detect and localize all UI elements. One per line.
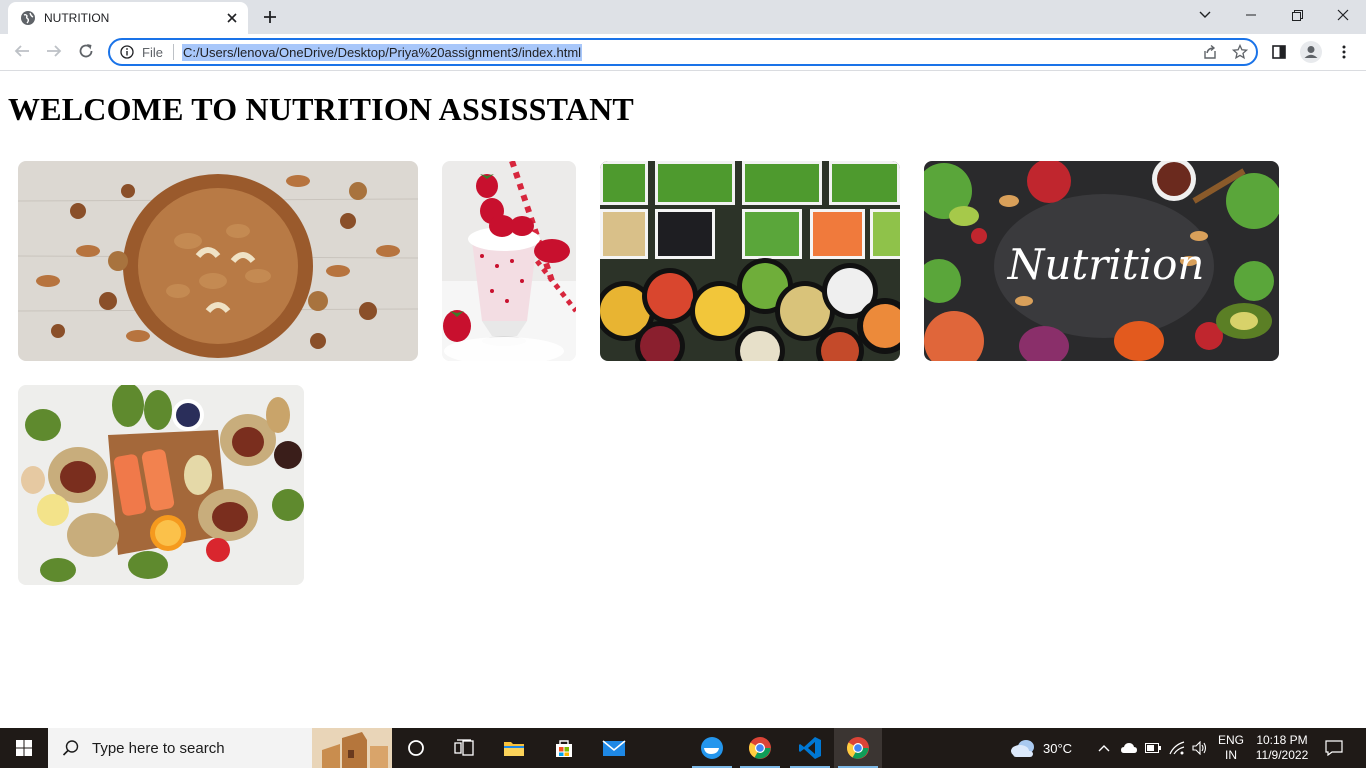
cloud-icon (1121, 743, 1137, 753)
side-panel-icon (1272, 45, 1286, 59)
salad-bar-image (600, 161, 900, 361)
minimize-icon (1246, 14, 1256, 16)
file-explorer-button[interactable] (490, 728, 538, 768)
start-button[interactable] (0, 728, 48, 768)
weather-widget[interactable]: 30°C (1010, 728, 1078, 768)
vscode-icon (799, 737, 821, 759)
browser-toolbar: File C:/Users/lenova/OneDrive/Desktop/Pr… (0, 34, 1366, 71)
kebab-menu-icon (1342, 45, 1346, 59)
wifi-icon (1169, 741, 1185, 755)
reload-icon (79, 44, 93, 58)
vscode-button[interactable] (786, 728, 834, 768)
chrome-icon (847, 737, 869, 759)
windows-logo-icon (16, 740, 32, 756)
strawberry-milkshake-image (442, 161, 576, 361)
close-window-button[interactable] (1320, 0, 1366, 30)
reload-button[interactable] (72, 37, 100, 65)
show-hidden-icons-button[interactable] (1092, 728, 1116, 768)
taskbar-search-box[interactable]: Type here to search (48, 728, 392, 768)
clock-date: 11/9/2022 (1255, 748, 1309, 762)
task-view-button[interactable] (440, 728, 488, 768)
info-icon[interactable] (120, 45, 134, 59)
chevron-up-icon (1098, 745, 1110, 752)
store-icon (556, 740, 572, 757)
search-icon (62, 740, 79, 756)
plus-icon (264, 11, 276, 23)
mail-icon (602, 740, 626, 756)
nutrition-board-image: Nutrition (924, 161, 1279, 361)
share-icon[interactable] (1202, 44, 1218, 60)
task-view-icon (454, 739, 474, 756)
weather-temperature: 30°C (1043, 740, 1073, 756)
arrow-right-icon (47, 45, 62, 57)
chevron-down-icon (1199, 11, 1211, 18)
close-icon (1337, 9, 1349, 21)
restore-button[interactable] (1274, 0, 1320, 30)
page-content: WELCOME TO NUTRITION ASSISSTANT Nutritio… (0, 71, 1366, 728)
restore-icon (1291, 9, 1303, 21)
star-icon[interactable] (1232, 44, 1248, 60)
tab-title: NUTRITION (44, 11, 110, 25)
back-button[interactable] (8, 37, 36, 65)
folder-icon (504, 742, 524, 756)
address-url[interactable]: C:/Users/lenova/OneDrive/Desktop/Priya%2… (181, 43, 583, 61)
forward-button[interactable] (40, 37, 68, 65)
chrome-icon (749, 737, 771, 759)
notification-icon (1325, 740, 1343, 756)
address-bar[interactable]: File C:/Users/lenova/OneDrive/Desktop/Pr… (108, 38, 1258, 66)
address-divider (172, 44, 174, 60)
profile-button[interactable] (1298, 39, 1324, 65)
docker-button[interactable] (688, 728, 736, 768)
globe-icon (21, 11, 35, 25)
address-scheme: File (142, 44, 163, 60)
page-title: WELCOME TO NUTRITION ASSISSTANT (8, 91, 634, 127)
chrome-active-taskbar-button[interactable] (834, 728, 882, 768)
speaker-icon (1192, 741, 1207, 755)
language-code: ENG (1217, 733, 1244, 747)
search-highlight-icon (312, 728, 392, 768)
minimize-button[interactable] (1228, 0, 1274, 30)
notifications-button[interactable] (1318, 728, 1350, 768)
volume-button[interactable] (1188, 728, 1212, 768)
battery-button[interactable] (1141, 728, 1165, 768)
taskbar: Type here to search 30°C ENG IN 10:18 PM… (0, 728, 1366, 768)
battery-icon (1145, 743, 1161, 753)
search-placeholder: Type here to search (92, 739, 225, 757)
chrome-taskbar-button[interactable] (736, 728, 784, 768)
new-tab-button[interactable] (258, 5, 282, 29)
microsoft-store-button[interactable] (540, 728, 588, 768)
docker-icon (701, 737, 723, 759)
close-icon (227, 13, 237, 23)
tab-strip: NUTRITION (0, 0, 1366, 34)
onedrive-button[interactable] (1117, 728, 1141, 768)
nutrition-board-text: Nutrition (1007, 240, 1205, 289)
cortana-icon (408, 740, 424, 756)
tab-search-button[interactable] (1182, 0, 1228, 30)
tab-close-button[interactable] (220, 6, 244, 30)
clock[interactable]: 10:18 PM 11/9/2022 (1250, 733, 1314, 763)
region-code: IN (1225, 748, 1237, 762)
nuts-bowl-image (18, 161, 418, 361)
language-indicator[interactable]: ENG IN (1214, 733, 1248, 763)
healthy-foods-image (18, 385, 304, 585)
menu-button[interactable] (1331, 39, 1357, 65)
cortana-button[interactable] (392, 728, 440, 768)
browser-tab-nutrition[interactable]: NUTRITION (8, 2, 248, 34)
avatar-icon (1300, 41, 1322, 63)
arrow-left-icon (14, 45, 29, 57)
clock-time: 10:18 PM (1256, 733, 1308, 747)
cloudy-weather-icon (1011, 740, 1034, 757)
side-panel-button[interactable] (1266, 39, 1292, 65)
network-button[interactable] (1165, 728, 1189, 768)
mail-button[interactable] (590, 728, 638, 768)
